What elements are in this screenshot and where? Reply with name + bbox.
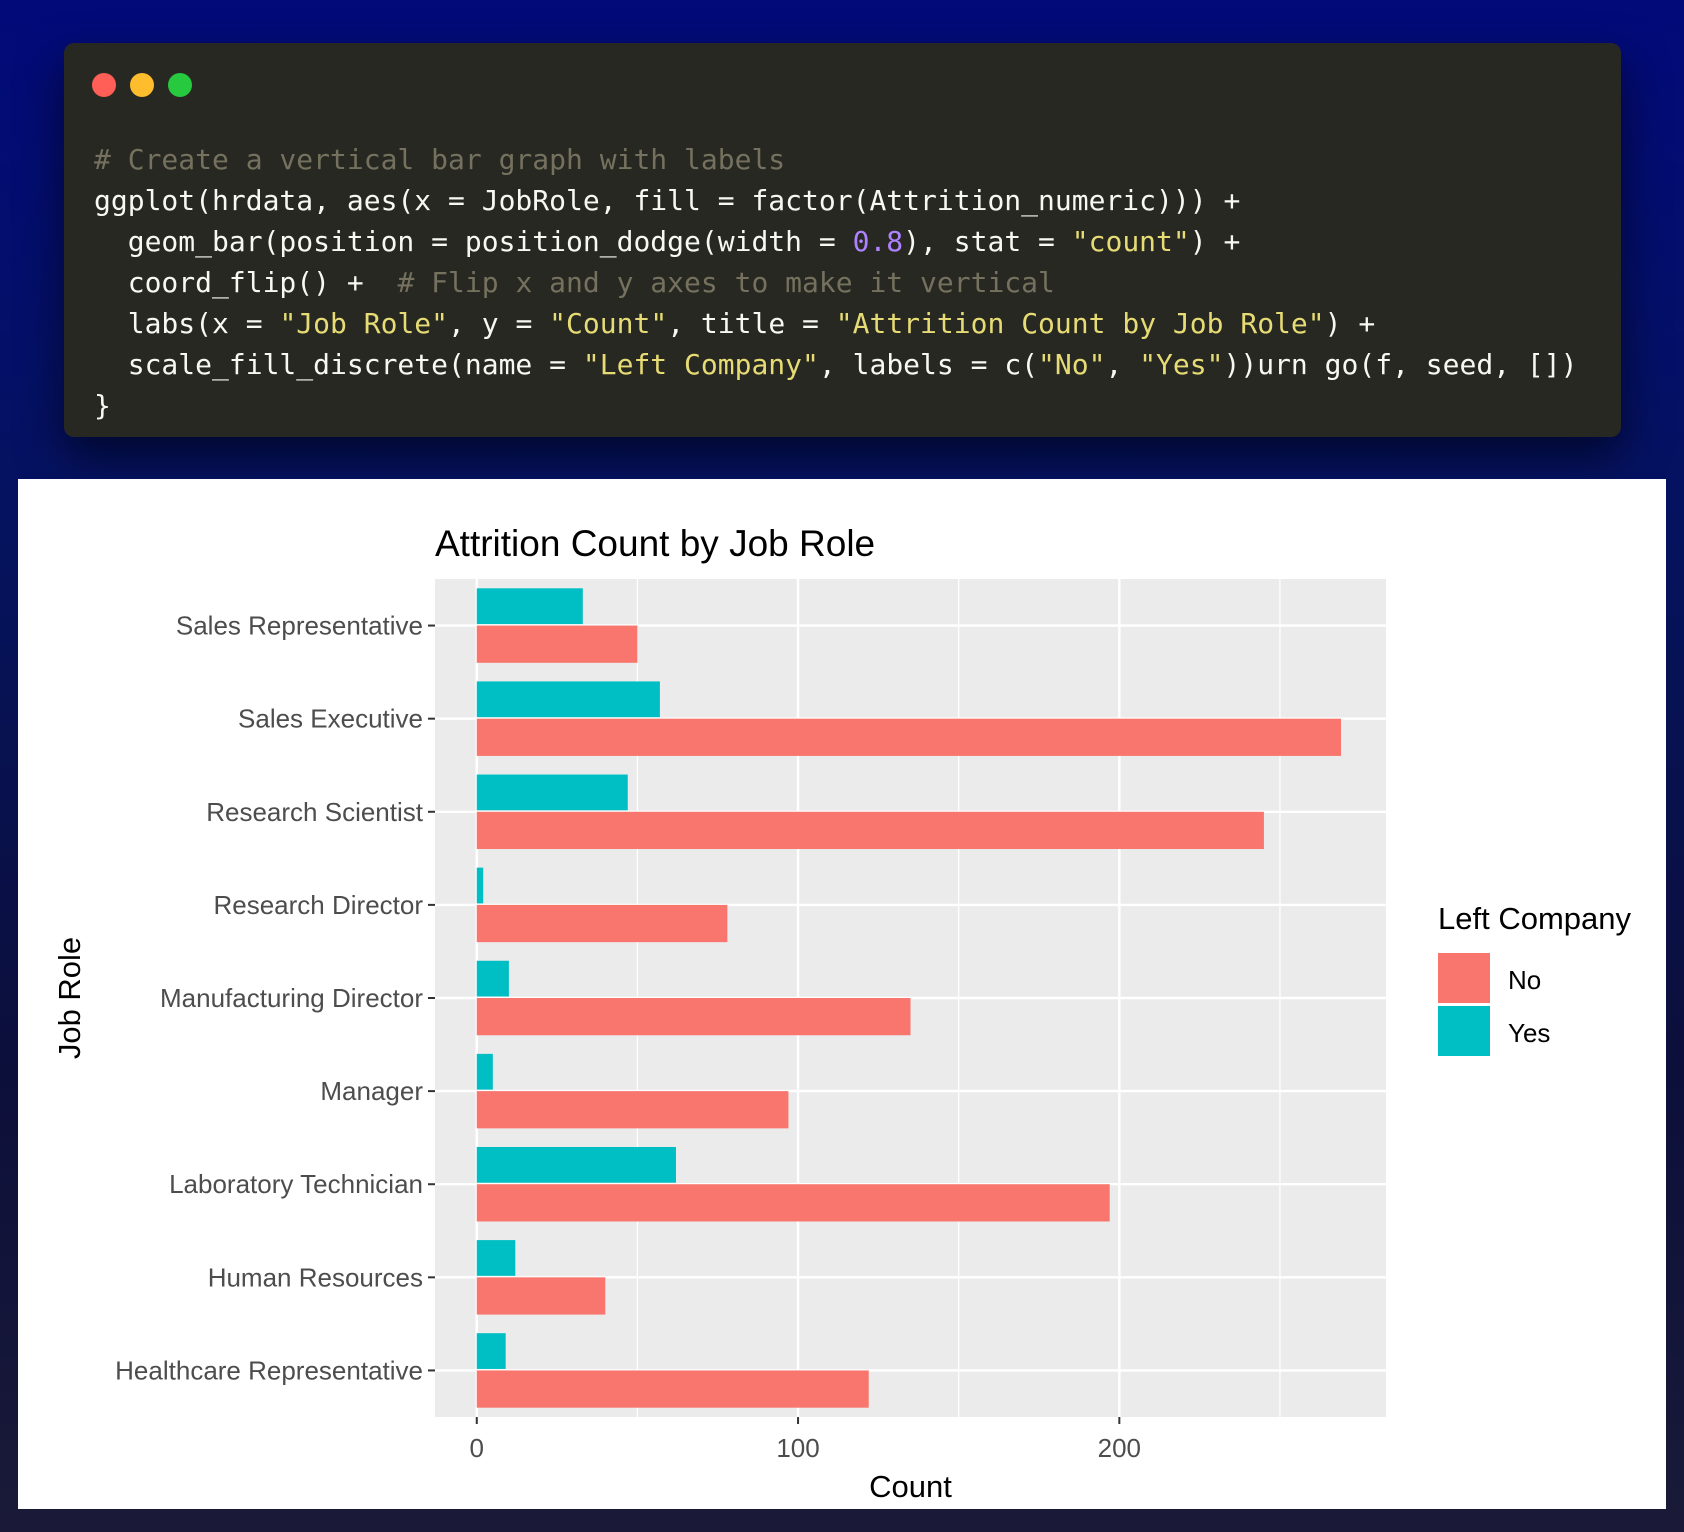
y-tick-label: Research Scientist (206, 797, 424, 827)
bar-no (476, 718, 1342, 756)
y-tick-label: Healthcare Representative (115, 1355, 423, 1385)
code-token: ) + (1189, 225, 1241, 258)
bar-no (476, 1091, 789, 1129)
bar-no (476, 1370, 869, 1408)
bar-yes (476, 1333, 506, 1369)
code-line: ggplot(hrdata, aes(x = JobRole, fill = f… (94, 180, 1578, 221)
code-comment: # Create a vertical bar graph with label… (94, 143, 786, 176)
code-comment: # Flip x and y axes to make it vertical (397, 266, 1055, 299)
bar-yes (476, 681, 660, 718)
code-window: # Create a vertical bar graph with label… (64, 43, 1621, 437)
code-string: "Attrition Count by Job Role" (835, 307, 1325, 340)
legend-key-yes (1438, 1006, 1490, 1056)
y-tick-label: Human Resources (208, 1262, 423, 1292)
code-string: "No" (1038, 348, 1106, 381)
bar-no (476, 1184, 1110, 1222)
code-token: geom_bar(position = position_dodge(width… (94, 225, 853, 258)
code-number: 0.8 (852, 225, 904, 258)
bar-yes (476, 1240, 516, 1276)
bar-yes (476, 960, 509, 997)
code-line: coord_flip() + # Flip x and y axes to ma… (94, 262, 1578, 303)
bar-no (476, 904, 728, 943)
code-line: # Create a vertical bar graph with label… (94, 139, 1578, 180)
legend-label: Yes (1508, 1018, 1550, 1048)
bar-yes (476, 867, 484, 904)
bar-no (476, 811, 1264, 850)
code-token: , (1105, 348, 1140, 381)
legend-key-no (1438, 953, 1490, 1003)
chart-title: Attrition Count by Job Role (435, 523, 875, 564)
code-token: coord_flip() + (94, 266, 398, 299)
legend-title: Left Company (1438, 901, 1631, 936)
bar-yes (476, 1146, 676, 1183)
bar-yes (476, 588, 583, 625)
close-window-dot[interactable] (92, 73, 116, 97)
code-block: # Create a vertical bar graph with label… (94, 139, 1578, 426)
code-string: "Left Company" (582, 348, 819, 381)
y-axis-title: Job Role (52, 937, 87, 1059)
code-string: "Count" (549, 307, 668, 340)
bar-no (476, 998, 911, 1036)
code-line: labs(x = "Job Role", y = "Count", title … (94, 303, 1578, 344)
x-tick-label: 100 (776, 1433, 819, 1463)
code-token: , y = (448, 307, 550, 340)
bar-yes (476, 774, 628, 811)
code-token: ) + (1324, 307, 1376, 340)
bar-no (476, 625, 638, 663)
bar-yes (476, 1053, 493, 1090)
code-token: ), stat = (903, 225, 1072, 258)
code-token: } (94, 389, 111, 422)
x-tick-label: 200 (1098, 1433, 1141, 1463)
code-token: , title = (667, 307, 836, 340)
chart-panel: Healthcare Representative Human Resources… (18, 479, 1666, 1509)
y-tick-label: Research Director (213, 890, 423, 920)
code-token: labs(x = (94, 307, 280, 340)
code-token: ggplot(hrdata, aes(x = JobRole, fill = f… (94, 184, 1241, 217)
code-line: geom_bar(position = position_dodge(width… (94, 221, 1578, 262)
y-tick-label: Laboratory Technician (169, 1169, 423, 1199)
x-tick-label: 0 (470, 1433, 484, 1463)
y-tick-label: Manufacturing Director (160, 983, 423, 1013)
code-token: , labels = c( (818, 348, 1039, 381)
code-token: scale_fill_discrete(name = (94, 348, 583, 381)
legend-label: No (1508, 965, 1541, 995)
code-string: "count" (1071, 225, 1190, 258)
code-line: scale_fill_discrete(name = "Left Company… (94, 344, 1578, 385)
y-tick-label: Sales Representative (176, 611, 423, 641)
y-tick-label: Manager (320, 1076, 423, 1106)
bar-chart: Healthcare Representative Human Resources… (52, 523, 1631, 1504)
code-string: "Job Role" (279, 307, 449, 340)
y-tick-label: Sales Executive (238, 704, 423, 734)
bar-no (476, 1277, 606, 1315)
minimize-window-dot[interactable] (130, 73, 154, 97)
code-line: } (94, 385, 1578, 426)
maximize-window-dot[interactable] (168, 73, 192, 97)
code-string: "Yes" (1139, 348, 1224, 381)
x-axis-title: Count (869, 1469, 952, 1504)
code-token: ))urn go(f, seed, []) (1223, 348, 1578, 381)
